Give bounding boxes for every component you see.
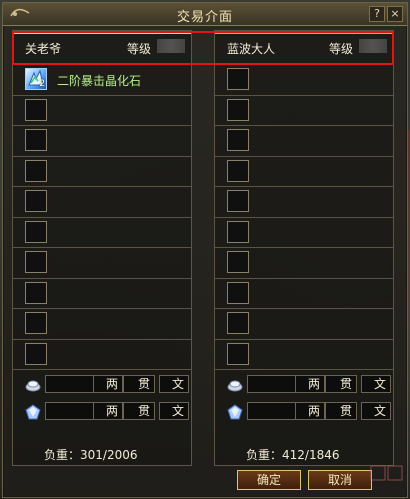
empty-slot-box[interactable] (25, 98, 47, 121)
titlebar[interactable]: 交易介面 ? × (3, 3, 407, 26)
empty-slot-box[interactable] (227, 312, 249, 334)
partner-trade-panel: 蓝波大人 等级 两 贯 文 两 贯 文 (214, 30, 394, 466)
level-label: 等级 (126, 42, 151, 56)
partner-load-text: 负重：412/1846 (246, 448, 340, 462)
item-slot-list: 2 二阶暴击晶化石 (13, 65, 191, 370)
window-title: 交易介面 (176, 10, 233, 25)
item-slot[interactable] (215, 340, 393, 370)
item-count: 2 (39, 79, 45, 89)
empty-slot-box[interactable] (227, 159, 249, 182)
money-unit-wen: 文 (361, 375, 391, 393)
money-row-gem: 两 贯 文 (13, 402, 191, 422)
level-value (157, 39, 185, 53)
money-unit-wen: 文 (361, 402, 391, 420)
silver-coin-icon (25, 377, 41, 393)
my-load-text: 负重：301/2006 (44, 448, 138, 462)
money-unit-liang[interactable]: 两 (93, 402, 123, 420)
item-slot[interactable] (215, 248, 393, 279)
money-unit-guan[interactable]: 贯 (123, 375, 155, 393)
item-slot[interactable] (215, 157, 393, 187)
item-slot[interactable] (13, 126, 191, 157)
item-name: 二阶暴击晶化石 (57, 74, 142, 88)
item-slot[interactable] (215, 279, 393, 309)
close-button[interactable]: × (387, 6, 403, 22)
money-unit-guan[interactable]: 贯 (123, 402, 155, 420)
empty-slot-box[interactable] (227, 190, 249, 212)
empty-slot-box[interactable] (227, 281, 249, 304)
item-slot[interactable]: 2 二阶暴击晶化石 (13, 65, 191, 96)
item-slot[interactable] (215, 187, 393, 218)
partner-name: 蓝波大人 (227, 42, 276, 56)
gem-coin-icon (25, 404, 41, 420)
item-slot[interactable] (13, 187, 191, 218)
money-unit-guan: 贯 (325, 402, 357, 420)
empty-slot-box[interactable] (25, 190, 47, 212)
item-slot[interactable] (13, 248, 191, 279)
item-slot[interactable] (13, 340, 191, 370)
money-row-silver: 两 贯 文 (215, 375, 393, 395)
empty-slot-box[interactable] (25, 342, 47, 365)
money-row-gem: 两 贯 文 (215, 402, 393, 422)
panel-header: 蓝波大人 等级 (215, 37, 393, 57)
item-slot[interactable] (13, 309, 191, 340)
gem-coin-icon (227, 404, 243, 420)
item-slot[interactable] (215, 96, 393, 126)
empty-slot-box[interactable] (25, 129, 47, 151)
level-value (359, 39, 387, 53)
empty-slot-box[interactable] (25, 220, 47, 243)
empty-slot-box[interactable] (227, 251, 249, 273)
cancel-button[interactable]: 取消 (308, 470, 372, 490)
money-unit-liang: 两 (295, 402, 325, 420)
item-slot[interactable] (215, 309, 393, 340)
item-slot[interactable] (13, 279, 191, 309)
item-slot[interactable] (13, 96, 191, 126)
silver-coin-icon (227, 377, 243, 393)
panel-accent-bar (13, 31, 191, 34)
empty-slot-box[interactable] (227, 342, 249, 365)
item-slot[interactable] (13, 218, 191, 248)
money-unit-guan: 贯 (325, 375, 357, 393)
item-slot[interactable] (215, 218, 393, 248)
empty-slot-box[interactable] (25, 251, 47, 273)
confirm-button[interactable]: 确定 (237, 470, 301, 490)
money-unit-wen[interactable]: 文 (159, 375, 189, 393)
item-slot[interactable] (215, 126, 393, 157)
item-slot[interactable] (13, 157, 191, 187)
panel-header: 关老爷 等级 (13, 37, 191, 57)
money-unit-wen[interactable]: 文 (159, 402, 189, 420)
money-unit-liang: 两 (295, 375, 325, 393)
empty-slot-box[interactable] (227, 129, 249, 151)
my-trade-panel: 关老爷 等级 2 二阶暴击晶化石 两 贯 文 两 贯 文 (12, 30, 192, 466)
item-slot-list (215, 65, 393, 370)
crystal-icon[interactable]: 2 (25, 68, 47, 90)
empty-slot-box[interactable] (25, 159, 47, 182)
empty-slot-box[interactable] (25, 281, 47, 304)
empty-slot-box[interactable] (227, 68, 249, 90)
money-row-silver: 两 贯 文 (13, 375, 191, 395)
help-button[interactable]: ? (369, 6, 385, 22)
level-label: 等级 (328, 42, 353, 56)
player-name: 关老爷 (25, 42, 62, 56)
panel-accent-bar (215, 31, 393, 34)
money-unit-liang[interactable]: 两 (93, 375, 123, 393)
empty-slot-box[interactable] (227, 220, 249, 243)
empty-slot-box[interactable] (25, 312, 47, 334)
empty-slot-box[interactable] (227, 98, 249, 121)
item-slot[interactable] (215, 65, 393, 96)
background-ui-icon (370, 465, 404, 487)
